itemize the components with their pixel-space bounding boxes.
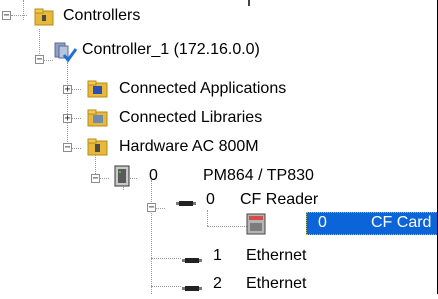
tree-node-hardware-label[interactable]: Hardware AC 800M — [119, 137, 259, 157]
applications-folder-icon — [87, 80, 109, 98]
collapse-toggle-controller1[interactable]: − — [35, 55, 44, 65]
libraries-folder-icon — [87, 109, 109, 127]
port-icon — [182, 253, 202, 263]
collapse-toggle-cf-reader[interactable]: − — [147, 203, 156, 213]
tree-line — [151, 286, 181, 287]
project-tree: − Controllers − Controller_1 (172.16.0.0… — [0, 0, 438, 294]
port-icon — [182, 281, 202, 291]
tree-node-cf-reader-position: 0 — [206, 191, 215, 208]
cpu-module-icon — [114, 165, 130, 187]
tree-line — [207, 210, 208, 226]
controller-check-icon — [53, 41, 79, 63]
collapse-toggle-pm864[interactable]: − — [91, 174, 100, 184]
tree-node-controllers-label[interactable]: Controllers — [63, 6, 140, 26]
tree-line — [151, 180, 152, 294]
tree-node-ethernet2-label[interactable]: Ethernet — [246, 274, 306, 294]
tree-node-ethernet1-label[interactable]: Ethernet — [246, 246, 306, 266]
tree-line — [207, 226, 247, 227]
tree-line — [11, 15, 27, 16]
tree-node-cf-card-label[interactable]: CF Card — [371, 213, 431, 233]
hardware-folder-icon — [87, 138, 109, 156]
tree-node-connected-libraries-label[interactable]: Connected Libraries — [119, 108, 262, 128]
tree-node-controller1-label[interactable]: Controller_1 (172.16.0.0) — [82, 40, 260, 60]
tree-line — [23, 0, 24, 20]
expand-toggle-connected-libraries[interactable]: + — [63, 114, 72, 124]
controllers-folder-icon — [34, 8, 54, 26]
tree-node-cf-card-position: 0 — [318, 214, 327, 231]
expand-toggle-connected-applications[interactable]: + — [63, 85, 72, 95]
tree-node-pm864-label[interactable]: PM864 / TP830 — [203, 166, 314, 186]
tree-node-pm864-position: 0 — [149, 167, 158, 184]
tree-node-ethernet2-position: 2 — [213, 275, 222, 292]
tree-node-ethernet1-position: 1 — [213, 247, 222, 264]
tree-line — [151, 258, 181, 259]
cf-card-icon — [246, 213, 266, 235]
collapse-toggle-hardware[interactable]: − — [63, 143, 72, 153]
tree-line-top-fragment — [248, 0, 250, 6]
port-icon — [176, 196, 196, 206]
tree-line — [67, 62, 68, 148]
collapse-toggle-controllers[interactable]: − — [2, 11, 11, 21]
tree-node-cf-reader-label[interactable]: CF Reader — [240, 190, 318, 210]
tree-node-connected-applications-label[interactable]: Connected Applications — [119, 79, 286, 99]
